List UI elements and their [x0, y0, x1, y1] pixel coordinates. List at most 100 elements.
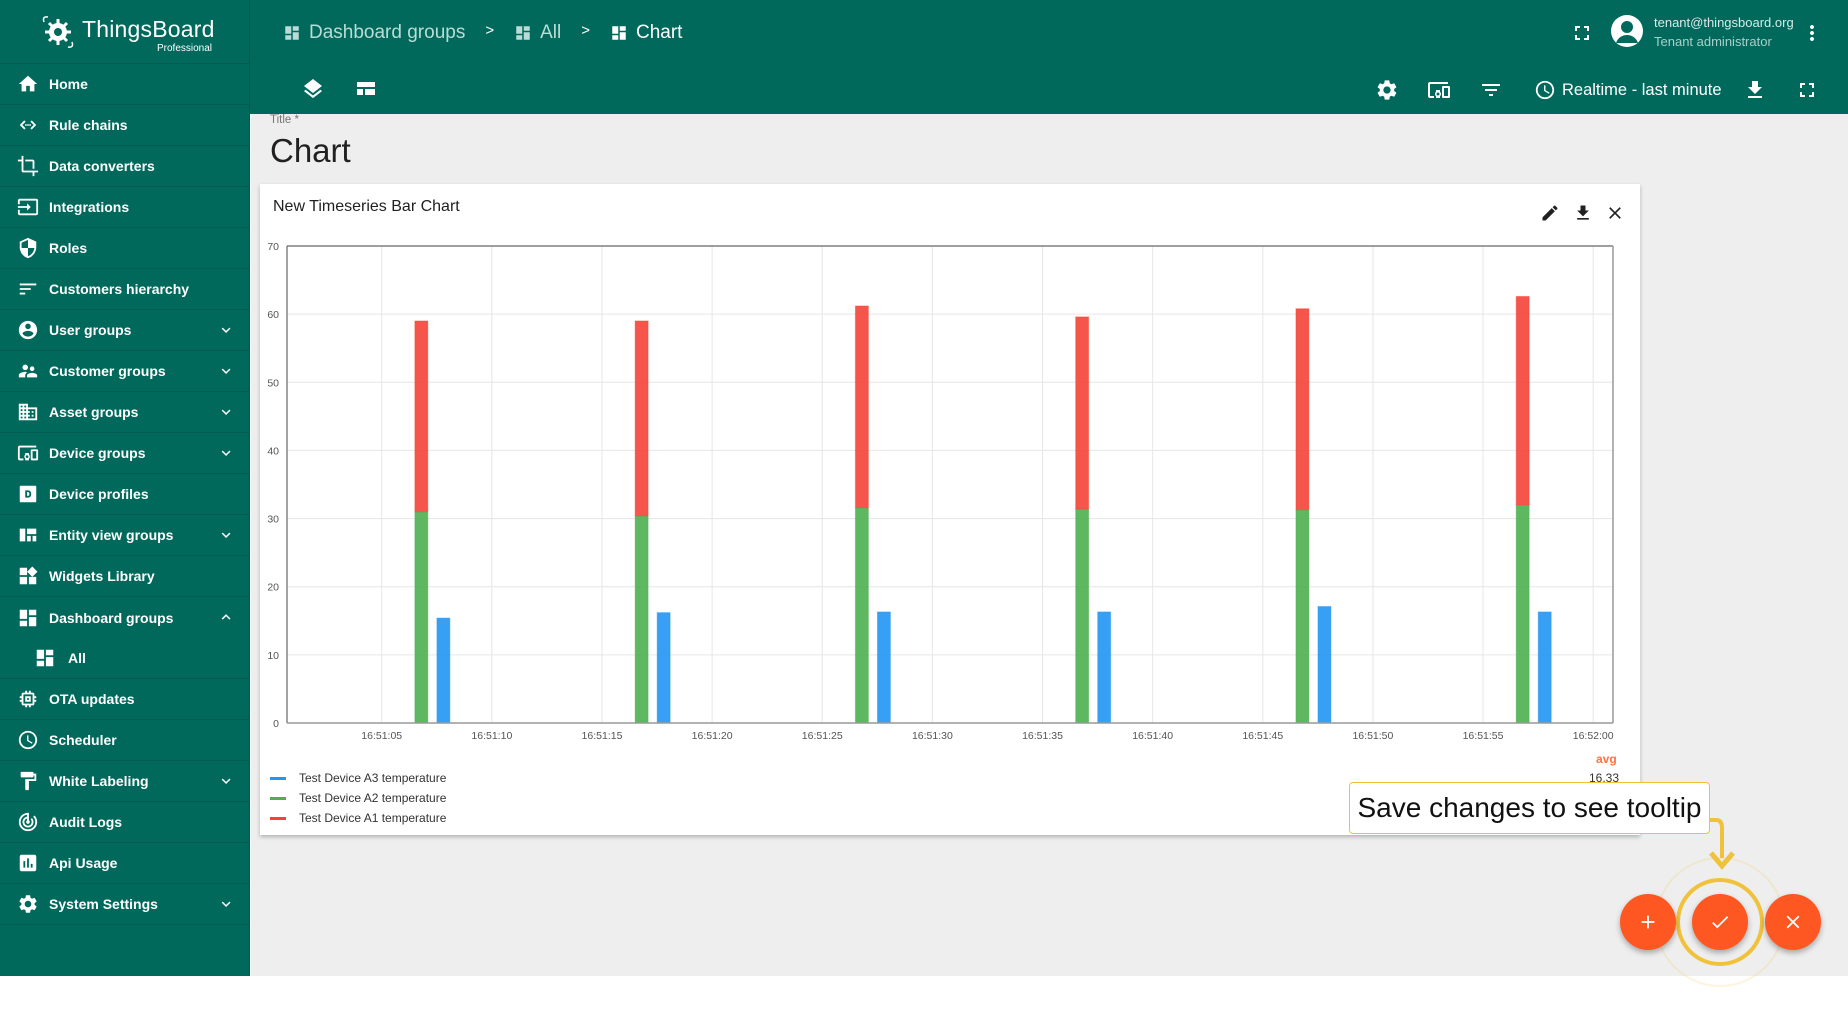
chevron-up-icon[interactable] [218, 609, 234, 625]
sidebar-item-customer-groups[interactable]: Customer groups [0, 351, 250, 392]
sidebar-item-label: Scheduler [49, 732, 117, 748]
avatar[interactable] [1611, 15, 1643, 47]
logo[interactable]: ThingsBoard Professional [40, 12, 220, 56]
chevron-down-icon[interactable] [218, 404, 234, 420]
layers-button[interactable] [301, 77, 325, 101]
y-tick-label: 20 [267, 582, 279, 594]
check-icon [1712, 916, 1729, 929]
chart-grid [287, 246, 1613, 723]
sidebar-item-rule-chains[interactable]: Rule chains [0, 105, 250, 146]
chevron-down-icon[interactable] [218, 363, 234, 379]
sidebar-item-dashboard-groups-all[interactable]: All [0, 638, 250, 679]
sidebar-item-asset-groups[interactable]: Asset groups [0, 392, 250, 433]
bar-test-device-a1-temperature-1[interactable] [634, 320, 649, 517]
sidebar-item-customers-hierarchy[interactable]: Customers hierarchy [0, 269, 250, 310]
export-button[interactable] [1743, 78, 1767, 102]
filters-button[interactable] [1479, 78, 1503, 102]
bar-test-device-a3-temperature-2[interactable] [876, 611, 891, 724]
sidebar-item-home[interactable]: Home [0, 64, 250, 105]
bar-test-device-a3-temperature-0[interactable] [436, 617, 451, 724]
track-changes-icon [17, 811, 39, 833]
fullscreen-dashboard-button[interactable] [1795, 78, 1819, 102]
fullscreen-icon [1800, 83, 1814, 97]
settings-button[interactable] [1375, 78, 1399, 102]
sidebar-item-dashboard-groups[interactable]: Dashboard groups [0, 597, 250, 638]
data-converters-icon [17, 155, 39, 177]
sidebar-item-user-groups[interactable]: User groups [0, 310, 250, 351]
sidebar-item-label: All [68, 650, 86, 666]
timewindow-button[interactable]: Realtime - last minute [1534, 78, 1722, 102]
sidebar-item-system-settings[interactable]: System Settings [0, 884, 250, 925]
decline-changes-button[interactable] [1765, 894, 1821, 950]
chevron-down-icon[interactable] [218, 773, 234, 789]
x-tick-label: 16:51:30 [912, 730, 953, 740]
bar-test-device-a2-temperature-3[interactable] [1075, 508, 1090, 724]
breadcrumb-dashboard-groups[interactable]: Dashboard groups [283, 22, 465, 44]
sidebar-item-white-labeling[interactable]: White Labeling [0, 761, 250, 802]
bar-test-device-a3-temperature-4[interactable] [1317, 605, 1332, 724]
rule-chains-icon [17, 114, 39, 136]
sidebar-item-data-converters[interactable]: Data converters [0, 146, 250, 187]
sidebar-item-label: Customers hierarchy [49, 281, 190, 297]
bar-test-device-a2-temperature-1[interactable] [634, 515, 649, 724]
account-icon [1616, 21, 1638, 43]
add-widget-button[interactable] [1620, 894, 1676, 950]
legend-item[interactable]: Test Device A2 temperature [270, 788, 446, 808]
apply-changes-button[interactable] [1692, 894, 1748, 950]
y-tick-label: 0 [273, 718, 279, 730]
devices-other-icon [1428, 82, 1450, 98]
fullscreen-app-button[interactable] [1570, 21, 1594, 45]
title-field[interactable]: Chart [270, 132, 351, 170]
remove-widget-button[interactable] [1605, 203, 1625, 223]
y-tick-label: 10 [267, 650, 279, 662]
y-tick-label: 30 [267, 514, 279, 526]
bar-test-device-a1-temperature-2[interactable] [854, 305, 869, 509]
top-header: Dashboard groups > All > Chart tenant@th… [0, 0, 1848, 114]
chevron-down-icon[interactable] [218, 896, 234, 912]
sidebar-item-device-profiles[interactable]: Device profiles [0, 474, 250, 515]
integrations-icon [17, 196, 39, 218]
bar-test-device-a3-temperature-3[interactable] [1097, 611, 1112, 724]
bar-test-device-a1-temperature-3[interactable] [1075, 316, 1090, 510]
view-compact-icon [357, 82, 375, 95]
bar-test-device-a2-temperature-5[interactable] [1515, 504, 1530, 724]
chevron-down-icon[interactable] [218, 527, 234, 543]
sidebar-item-widgets-library[interactable]: Widgets Library [0, 556, 250, 597]
more-menu-button[interactable] [1800, 21, 1824, 45]
bar-test-device-a2-temperature-4[interactable] [1295, 509, 1310, 724]
edit-widget-button[interactable] [1540, 203, 1560, 223]
title-field-label: Title * [270, 114, 299, 126]
hierarchy-icon [17, 278, 39, 300]
bar-test-device-a2-temperature-2[interactable] [854, 507, 869, 724]
bar-test-device-a1-temperature-0[interactable] [414, 320, 429, 513]
breadcrumb-all[interactable]: All [514, 22, 561, 44]
bar-test-device-a1-temperature-4[interactable] [1295, 308, 1310, 511]
sidebar-item-device-groups[interactable]: Device groups [0, 433, 250, 474]
bar-test-device-a3-temperature-5[interactable] [1537, 611, 1552, 724]
chart-axes: 0 10 20 30 40 50 60 70 16:51:05 16:51:10 16:51:15 1… [267, 241, 1613, 740]
home-icon [17, 73, 39, 95]
device-profile-icon [17, 483, 39, 505]
sidebar-item-roles[interactable]: Roles [0, 228, 250, 269]
legend-item[interactable]: Test Device A1 temperature [270, 808, 446, 828]
shield-icon [17, 237, 39, 259]
device-layout-button[interactable] [1427, 78, 1451, 102]
plus-icon [1641, 915, 1655, 929]
sidebar-item-label: Api Usage [49, 855, 118, 871]
chevron-down-icon[interactable] [218, 445, 234, 461]
sidebar-item-ota-updates[interactable]: OTA updates [0, 679, 250, 720]
layouts-button[interactable] [354, 77, 378, 101]
bar-test-device-a1-temperature-5[interactable] [1515, 295, 1530, 506]
bar-test-device-a3-temperature-1[interactable] [656, 612, 671, 724]
export-widget-button[interactable] [1573, 203, 1593, 223]
sidebar-item-api-usage[interactable]: Api Usage [0, 843, 250, 884]
settings-icon [17, 893, 39, 915]
sidebar-item-integrations[interactable]: Integrations [0, 187, 250, 228]
bar-test-device-a2-temperature-0[interactable] [414, 511, 429, 724]
legend-item[interactable]: Test Device A3 temperature [270, 768, 446, 788]
breadcrumb-separator: > [485, 21, 495, 39]
sidebar-item-scheduler[interactable]: Scheduler [0, 720, 250, 761]
chevron-down-icon[interactable] [218, 322, 234, 338]
sidebar-item-audit-logs[interactable]: Audit Logs [0, 802, 250, 843]
sidebar-item-entity-view-groups[interactable]: Entity view groups [0, 515, 250, 556]
